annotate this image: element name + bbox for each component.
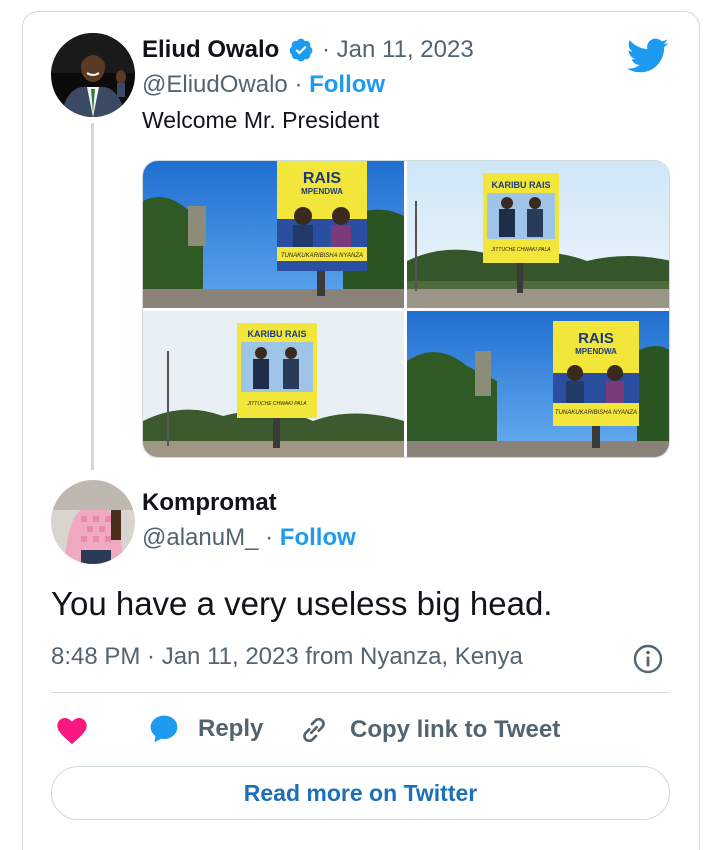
billboard-3-headline: KARIBU RAIS [247,329,306,339]
billboard-1-headline: RAIS [303,170,342,187]
follow-eliud-owalo-link[interactable]: Follow [309,71,385,98]
media-photo-3[interactable]: KARIBU RAIS JITTUCHE CHWAKI PALA [143,311,404,457]
handle-separator: · [265,524,274,551]
reply-author-name[interactable]: Kompromat [142,489,277,517]
twitter-bird-icon[interactable] [627,38,669,74]
follow-kompromat-link[interactable]: Follow [280,524,356,551]
read-more-on-twitter-button[interactable]: Read more on Twitter [51,766,670,820]
reply-label: Reply [198,715,264,742]
billboard-4-headline: RAIS [578,330,614,347]
info-icon[interactable] [633,644,663,674]
media-photo-4[interactable]: RAIS MPENDWA TUNAKUKARIBISHA NYANZA [407,311,669,457]
kompromat-avatar[interactable] [51,480,135,564]
tweet-media-grid: RAIS MPENDWA TUNAKUKARIBISHA NYANZA KARI… [142,160,670,458]
reply-button[interactable]: Reply [148,713,263,745]
heart-icon [57,718,87,745]
copy-link-label: Copy link to Tweet [350,716,561,743]
billboard-1-caption: TUNAKUKARIBISHA NYANZA [281,253,363,259]
verified-badge-icon [289,38,313,62]
reply-bubble-icon [150,715,178,743]
billboard-4-subline: MPENDWA [575,347,617,356]
billboard-2-headline: KARIBU RAIS [491,180,550,190]
billboard-1-subline: MPENDWA [301,187,343,196]
media-photo-1[interactable]: RAIS MPENDWA TUNAKUKARIBISHA NYANZA [143,161,404,308]
quoted-handle-text[interactable]: @EliudOwalo [142,71,288,98]
copy-link-button[interactable]: Copy link to Tweet [298,714,560,746]
like-button[interactable] [56,715,88,745]
quoted-tweet-text: Welcome Mr. President [142,107,380,133]
actions-divider [51,692,670,693]
reply-tweet-text: You have a very useless big head. [51,585,553,622]
thread-connector-line [91,123,94,470]
quoted-tweet-date[interactable]: · Jan 11, 2023 [322,36,474,64]
quoted-author-handle: @EliudOwalo · Follow [142,71,385,99]
billboard-2-caption: JITTUCHE CHWAKI PALA [490,247,551,253]
billboard-4-caption: TUNAKUKARIBISHA NYANZA [555,410,637,416]
tweet-timestamp[interactable]: 8:48 PM · Jan 11, 2023 from Nyanza, Keny… [51,643,523,671]
billboard-3-caption: JITTUCHE CHWAKI PALA [246,401,307,407]
reply-handle-text[interactable]: @alanuM_ [142,524,258,551]
media-photo-2[interactable]: KARIBU RAIS JITTUCHE CHWAKI PALA [407,161,669,308]
quoted-author-name[interactable]: Eliud Owalo [142,36,279,64]
handle-separator: · [294,71,303,98]
eliud-owalo-avatar[interactable] [51,33,135,117]
reply-author-handle: @alanuM_ · Follow [142,524,356,552]
link-icon [303,717,325,743]
